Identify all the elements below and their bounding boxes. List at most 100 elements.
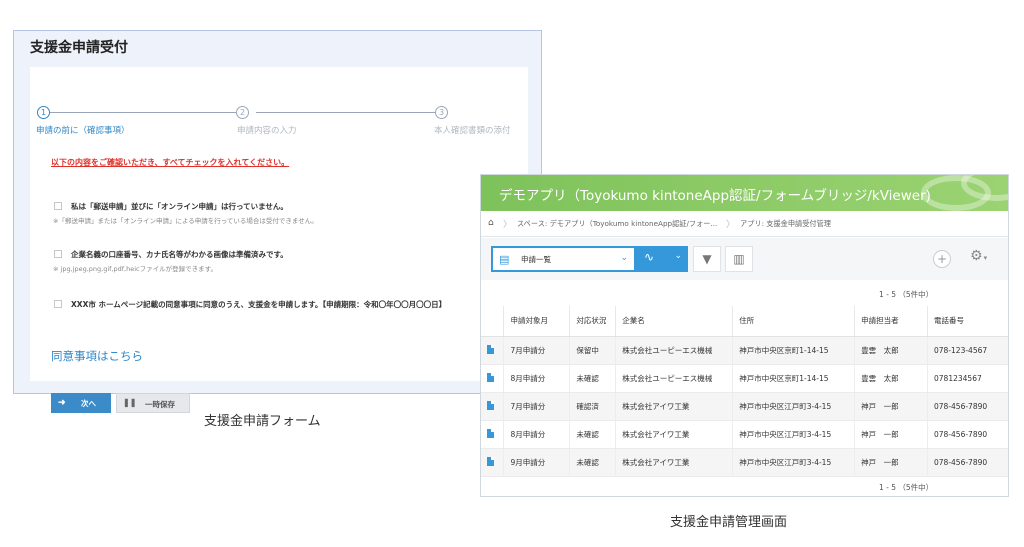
form-card: 1 2 3 申請の前に（確認事項） 申請内容の入力 本人確認書類の添付 以下の内… bbox=[30, 67, 528, 413]
column-header[interactable]: 電話番号 bbox=[927, 306, 1008, 337]
bar-chart-icon: ▥ bbox=[733, 252, 745, 266]
app-header: デモアプリ（Toyokumo kintoneApp認証/フォームブリッジ/kVi… bbox=[481, 175, 1008, 211]
table-cell: 確認済 bbox=[569, 392, 617, 421]
breadcrumb-space[interactable]: スペース: デモアプリ（Toyokumo kintoneApp認証/フォー... bbox=[517, 219, 717, 229]
table-cell: 8月申請分 bbox=[503, 420, 571, 449]
step-1-circle: 1 bbox=[37, 106, 50, 119]
pager-bottom: 1 - 5 （5件中） bbox=[879, 483, 934, 492]
table-cell: 株式会社アイワ工業 bbox=[615, 420, 734, 449]
check-note: ※「郵送申請」または「オンライン申請」による申請を行っている場合は受付できません… bbox=[53, 217, 318, 225]
column-header[interactable]: 企業名 bbox=[615, 306, 734, 337]
column-header[interactable]: 申請担当者 bbox=[854, 306, 929, 337]
home-icon[interactable]: ⌂ bbox=[488, 218, 494, 228]
graph-button[interactable]: ∿ ⌄ bbox=[636, 246, 688, 272]
table-cell: 豊雲 太郎 bbox=[854, 336, 929, 365]
record-detail-icon[interactable] bbox=[487, 344, 494, 354]
table-cell: 神戸 一郎 bbox=[854, 448, 929, 477]
table-cell: 株式会社ユーピーエス機械 bbox=[615, 364, 734, 393]
arrow-right-icon: ➜ bbox=[58, 397, 66, 407]
check-label: 私は「郵送申請」並びに「オンライン申請」は行っていません。 bbox=[71, 202, 288, 211]
table-row[interactable]: 9月申請分 未確認 株式会社アイワ工業 神戸市中央区江戸町3-4-15 神戸 一… bbox=[481, 448, 1008, 477]
table-cell: 株式会社ユーピーエス機械 bbox=[615, 336, 734, 365]
record-detail-icon[interactable] bbox=[487, 372, 494, 382]
table-cell: 神戸 一郎 bbox=[854, 420, 929, 449]
pager-top: 1 - 5 （5件中） bbox=[879, 290, 934, 299]
step-3-label: 本人確認書類の添付 bbox=[434, 126, 511, 136]
table-cell: 078-456-7890 bbox=[927, 420, 1008, 449]
record-detail-icon[interactable] bbox=[487, 400, 494, 410]
table-cell: 保留中 bbox=[569, 336, 617, 365]
table-cell: 7月申請分 bbox=[503, 336, 571, 365]
chevron-down-icon: ▾ bbox=[983, 254, 988, 262]
column-header[interactable]: 申請対象月 bbox=[503, 306, 571, 337]
checkbox[interactable] bbox=[54, 300, 62, 308]
form-window: 支援金申請受付 1 2 3 申請の前に（確認事項） 申請内容の入力 本人確認書類… bbox=[13, 30, 542, 413]
gear-icon: ⚙ bbox=[970, 248, 983, 264]
table-cell: 078-456-7890 bbox=[927, 392, 1008, 421]
chart-button[interactable]: ▥ bbox=[725, 246, 753, 272]
view-select[interactable]: ▤ 申請一覧 ⌄ bbox=[491, 246, 636, 272]
table-row[interactable]: 7月申請分 保留中 株式会社ユーピーエス機械 神戸市中央区京町1-14-15 豊… bbox=[481, 336, 1008, 365]
record-detail-icon[interactable] bbox=[487, 456, 494, 466]
table-cell: 8月申請分 bbox=[503, 364, 571, 393]
record-detail-icon[interactable] bbox=[487, 428, 494, 438]
checkbox[interactable] bbox=[54, 202, 62, 210]
admin-caption: 支援金申請管理画面 bbox=[670, 515, 788, 530]
table-cell: 9月申請分 bbox=[503, 448, 571, 477]
step-connector bbox=[256, 112, 448, 113]
form-title: 支援金申請受付 bbox=[30, 40, 128, 56]
step-2-label: 申請内容の入力 bbox=[237, 126, 297, 136]
chevron-right-icon: 〉 bbox=[503, 220, 513, 230]
table-cell: 078-123-4567 bbox=[927, 336, 1008, 365]
pause-icon: ❚❚ bbox=[123, 398, 137, 407]
table-header-row: 申請対象月 対応状況 企業名 住所 申請担当者 電話番号 bbox=[481, 306, 1008, 337]
table-header-icon-col bbox=[481, 306, 505, 337]
filter-icon: ▼ bbox=[702, 252, 712, 266]
list-view-icon: ▤ bbox=[499, 253, 510, 266]
check-label: XXX市 ホームページ記載の同意事項に同意のうえ、支援金を申請します。【申請期限… bbox=[71, 300, 447, 309]
settings-button[interactable]: ⚙▾ bbox=[970, 248, 987, 264]
next-button[interactable]: ➜ 次へ bbox=[51, 393, 111, 413]
toolbar: ▤ 申請一覧 ⌄ ∿ ⌄ ▼ ▥ + ⚙▾ bbox=[481, 238, 1008, 280]
table-cell: 株式会社アイワ工業 bbox=[615, 392, 734, 421]
form-caption: 支援金申請フォーム bbox=[204, 414, 321, 429]
step-2-circle: 2 bbox=[236, 106, 249, 119]
check-notice: 以下の内容をご確認いただき、すべてチェックを入れてください。 bbox=[51, 158, 290, 167]
table-cell: 神戸市中央区江戸町3-4-15 bbox=[732, 420, 856, 449]
temp-save-button[interactable]: ❚❚ 一時保存 bbox=[116, 393, 190, 413]
plus-icon: + bbox=[936, 252, 948, 266]
table-cell: 神戸市中央区京町1-14-15 bbox=[732, 364, 856, 393]
checkbox[interactable] bbox=[54, 250, 62, 258]
column-header[interactable]: 住所 bbox=[732, 306, 856, 337]
table-row[interactable]: 8月申請分 未確認 株式会社アイワ工業 神戸市中央区江戸町3-4-15 神戸 一… bbox=[481, 420, 1008, 449]
step-connector bbox=[44, 112, 236, 113]
chevron-down-icon: ⌄ bbox=[674, 251, 682, 261]
table-row[interactable]: 7月申請分 確認済 株式会社アイワ工業 神戸市中央区江戸町3-4-15 神戸 一… bbox=[481, 392, 1008, 421]
records-table: 申請対象月 対応状況 企業名 住所 申請担当者 電話番号 7月申請分 保留中 株… bbox=[481, 306, 1008, 477]
kintone-window: デモアプリ（Toyokumo kintoneApp認証/フォームブリッジ/kVi… bbox=[480, 174, 1009, 497]
filter-button[interactable]: ▼ bbox=[693, 246, 721, 272]
column-header[interactable]: 対応状況 bbox=[569, 306, 617, 337]
table-row[interactable]: 8月申請分 未確認 株式会社ユーピーエス機械 神戸市中央区京町1-14-15 豊… bbox=[481, 364, 1008, 393]
table-cell: 未確認 bbox=[569, 364, 617, 393]
chevron-down-icon: ⌄ bbox=[620, 253, 628, 263]
graph-icon: ∿ bbox=[644, 250, 655, 264]
chevron-right-icon: 〉 bbox=[726, 220, 736, 230]
step-3-circle: 3 bbox=[435, 106, 448, 119]
table-cell: 7月申請分 bbox=[503, 392, 571, 421]
breadcrumb-app[interactable]: アプリ: 支援金申請受付管理 bbox=[740, 219, 831, 229]
table-cell: 神戸市中央区江戸町3-4-15 bbox=[732, 448, 856, 477]
table-cell: 未確認 bbox=[569, 420, 617, 449]
check-note: ※ jpg,jpeg,png,gif,pdf,heicファイルが登録できます。 bbox=[53, 265, 217, 273]
table-cell: 神戸市中央区京町1-14-15 bbox=[732, 336, 856, 365]
table-cell: 078-456-7890 bbox=[927, 448, 1008, 477]
add-record-button[interactable]: + bbox=[933, 250, 951, 268]
check-label: 企業名義の口座番号、カナ氏名等がわかる画像は準備済みです。 bbox=[71, 250, 288, 259]
table-cell: 株式会社アイワ工業 bbox=[615, 448, 734, 477]
table-cell: 未確認 bbox=[569, 448, 617, 477]
app-title: デモアプリ（Toyokumo kintoneApp認証/フォームブリッジ/kVi… bbox=[499, 188, 931, 204]
table-cell: 0781234567 bbox=[927, 364, 1008, 393]
agree-terms-link[interactable]: 同意事項はこちら bbox=[51, 348, 143, 364]
breadcrumb: ⌂ 〉 スペース: デモアプリ（Toyokumo kintoneApp認証/フォ… bbox=[481, 211, 1008, 237]
table-cell: 神戸市中央区江戸町3-4-15 bbox=[732, 392, 856, 421]
